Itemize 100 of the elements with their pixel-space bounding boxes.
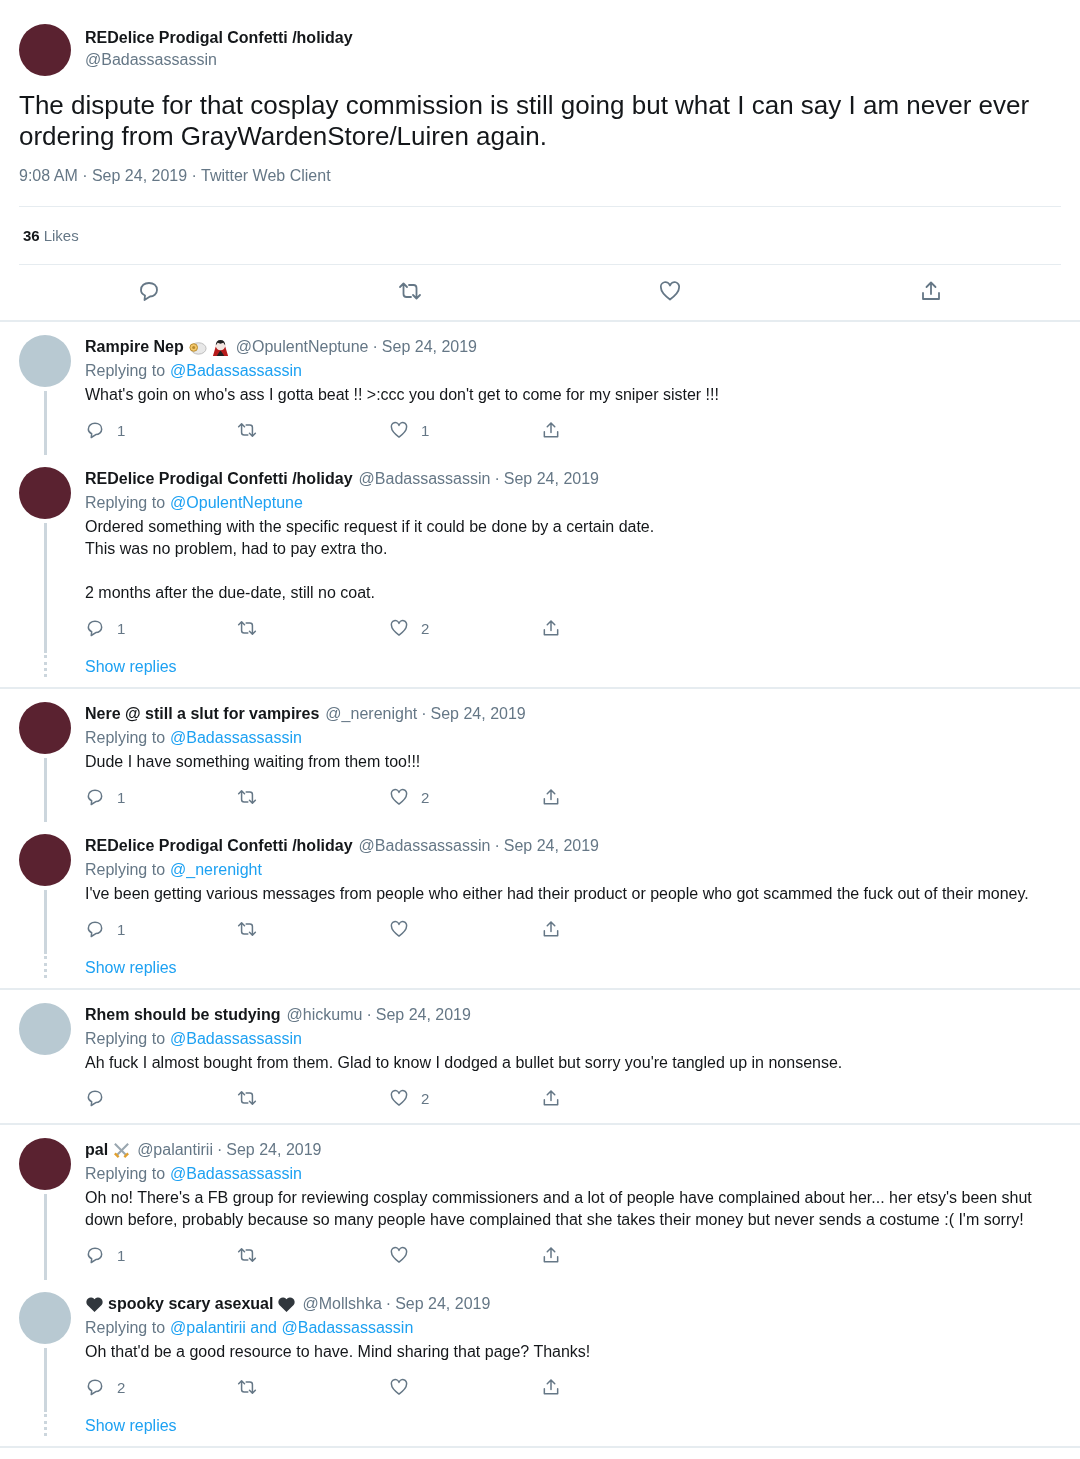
replying-label: Replying to xyxy=(85,361,166,381)
author-name[interactable]: Nere @ still a slut for vampires xyxy=(85,702,320,726)
author-handle[interactable]: @Badassassassin xyxy=(358,834,491,858)
reply-icon[interactable] xyxy=(85,1245,105,1265)
reply-count: 1 xyxy=(117,421,126,439)
retweet-icon[interactable] xyxy=(237,919,257,939)
heart-icon[interactable] xyxy=(389,1088,409,1108)
tweet-date[interactable]: Sep 24, 2019 xyxy=(503,834,599,858)
like-count: 1 xyxy=(421,421,430,439)
retweet-icon[interactable] xyxy=(237,1377,257,1397)
tweet-date[interactable]: Sep 24, 2019 xyxy=(503,467,599,491)
share-icon[interactable] xyxy=(541,787,561,807)
tweet-date[interactable]: Sep 24, 2019 xyxy=(381,335,477,359)
replying-to-link[interactable]: @palantirii and @Badassassassin xyxy=(170,1316,414,1340)
author-handle[interactable]: @Badassassassin xyxy=(85,49,353,71)
author-handle[interactable]: @palantirii xyxy=(137,1138,213,1162)
separator-dot: · xyxy=(372,337,378,357)
separator-dot: · xyxy=(385,1294,392,1314)
replying-to-link[interactable]: @Badassassassin xyxy=(170,726,302,750)
reply-text: Oh that'd be a good resource to have. Mind sharing that page? Thanks! xyxy=(85,1342,592,1362)
heart-icon[interactable] xyxy=(389,420,409,440)
share-icon[interactable] xyxy=(541,1088,561,1108)
share-icon[interactable] xyxy=(541,919,561,939)
retweet-icon[interactable] xyxy=(237,1245,257,1265)
show-replies-link[interactable]: Show replies xyxy=(85,957,177,979)
like-count: 2 xyxy=(421,619,430,637)
separator-dot: · xyxy=(494,469,500,489)
retweet-icon[interactable] xyxy=(237,1088,257,1108)
show-replies-link[interactable]: Show replies xyxy=(85,1415,177,1437)
heart-icon[interactable] xyxy=(389,787,409,807)
tweet-timestamp[interactable]: 9:08 AM · Sep 24, 2019 · Twitter Web Client xyxy=(19,165,1061,207)
author-handle[interactable]: @Mollshka xyxy=(302,1292,382,1316)
reply-text: I've been getting various messages from people who either had their product or people who got scammed the fuck out of their money. xyxy=(85,884,1030,904)
reply-icon[interactable] xyxy=(85,1088,105,1108)
reply-icon[interactable] xyxy=(85,919,105,939)
reply-icon[interactable] xyxy=(85,1377,105,1397)
heart-icon[interactable] xyxy=(658,278,683,303)
heart-icon[interactable] xyxy=(389,618,409,638)
retweet-icon[interactable] xyxy=(237,787,257,807)
reply-count: 1 xyxy=(117,920,126,938)
separator-dot: · xyxy=(366,1005,372,1025)
replying-to-link[interactable]: @Badassassassin xyxy=(170,359,302,383)
replying-to-link[interactable]: @Badassassassin xyxy=(170,1027,302,1051)
reply-text: Ordered something with the specific request if it could be done by a certain date. This was no problem, had to pay extra tho. 2 months after the due-date, still no coat. xyxy=(85,517,656,603)
author-name[interactable]: REDelice Prodigal Confetti /holiday xyxy=(85,467,353,491)
reply-count: 1 xyxy=(117,1246,126,1264)
author-name[interactable]: pal xyxy=(85,1138,109,1162)
retweet-icon[interactable] xyxy=(237,420,257,440)
like-count: 2 xyxy=(421,788,430,806)
avatar-photo[interactable] xyxy=(19,467,71,519)
reply-icon[interactable] xyxy=(85,787,105,807)
avatar-photo[interactable] xyxy=(19,24,71,76)
share-icon[interactable] xyxy=(541,618,561,638)
separator-dot: · xyxy=(216,1140,223,1160)
author-handle[interactable]: @OpulentNeptune xyxy=(235,335,369,359)
author-handle[interactable]: @Badassassassin xyxy=(358,467,491,491)
author-name[interactable]: REDelice Prodigal Confetti /holiday xyxy=(85,834,353,858)
reply-count: 2 xyxy=(117,1378,126,1396)
heart-icon[interactable] xyxy=(389,919,409,939)
author-name[interactable]: REDelice Prodigal Confetti /holiday xyxy=(85,27,353,49)
reply-count: 1 xyxy=(117,788,126,806)
author-name[interactable]: Rhem should be studying xyxy=(85,1003,281,1027)
heart-icon[interactable] xyxy=(389,1245,409,1265)
tweet-date[interactable]: Sep 24, 2019 xyxy=(375,1003,471,1027)
author-name[interactable]: spooky scary asexual xyxy=(108,1292,274,1316)
reply-text: Ah fuck I almost bought from them. Glad to know I dodged a bullet but sorry you're tangled up in nonsense. xyxy=(85,1053,844,1073)
author-name[interactable]: Rampire Nep xyxy=(85,335,184,359)
retweet-icon[interactable] xyxy=(237,618,257,638)
show-replies-link[interactable]: Show replies xyxy=(85,656,177,678)
replying-label: Replying to xyxy=(85,860,166,880)
vampire-icon xyxy=(210,337,230,357)
like-count: 2 xyxy=(421,1089,430,1107)
replying-to-link[interactable]: @OpulentNeptune xyxy=(170,491,303,515)
replying-label: Replying to xyxy=(85,1164,166,1184)
reply-text: Dude I have something waiting from them too!!! xyxy=(85,752,422,772)
reply-icon[interactable] xyxy=(85,420,105,440)
reply-icon[interactable] xyxy=(85,618,105,638)
share-icon[interactable] xyxy=(541,420,561,440)
avatar-photo[interactable] xyxy=(19,702,71,754)
likes-count[interactable]: 36 xyxy=(23,227,40,244)
separator-dot: · xyxy=(494,836,500,856)
reply-count: 1 xyxy=(117,619,126,637)
author-handle[interactable]: @_nerenight xyxy=(325,702,418,726)
avatar-photo[interactable] xyxy=(19,1138,71,1190)
replying-label: Replying to xyxy=(85,1318,166,1338)
replying-label: Replying to xyxy=(85,728,166,748)
reply-text: What's goin on who's ass I gotta beat !! >:ccc you don't get to come for my sniper sister !!! xyxy=(85,385,720,405)
heart-icon[interactable] xyxy=(389,1377,409,1397)
avatar-photo[interactable] xyxy=(19,834,71,886)
share-icon[interactable] xyxy=(541,1245,561,1265)
separator-dot: · xyxy=(421,704,427,724)
replying-to-link[interactable]: @_nerenight xyxy=(170,858,262,882)
likes-label[interactable]: Likes xyxy=(43,227,79,244)
tweet-date[interactable]: Sep 24, 2019 xyxy=(395,1292,491,1316)
author-handle[interactable]: @hickumu xyxy=(286,1003,363,1027)
share-icon[interactable] xyxy=(541,1377,561,1397)
replying-to-link[interactable]: @Badassassassin xyxy=(170,1162,302,1186)
tweet-date[interactable]: Sep 24, 2019 xyxy=(226,1138,322,1162)
crossed-swords-icon xyxy=(112,1140,132,1160)
tweet-date[interactable]: Sep 24, 2019 xyxy=(430,702,526,726)
